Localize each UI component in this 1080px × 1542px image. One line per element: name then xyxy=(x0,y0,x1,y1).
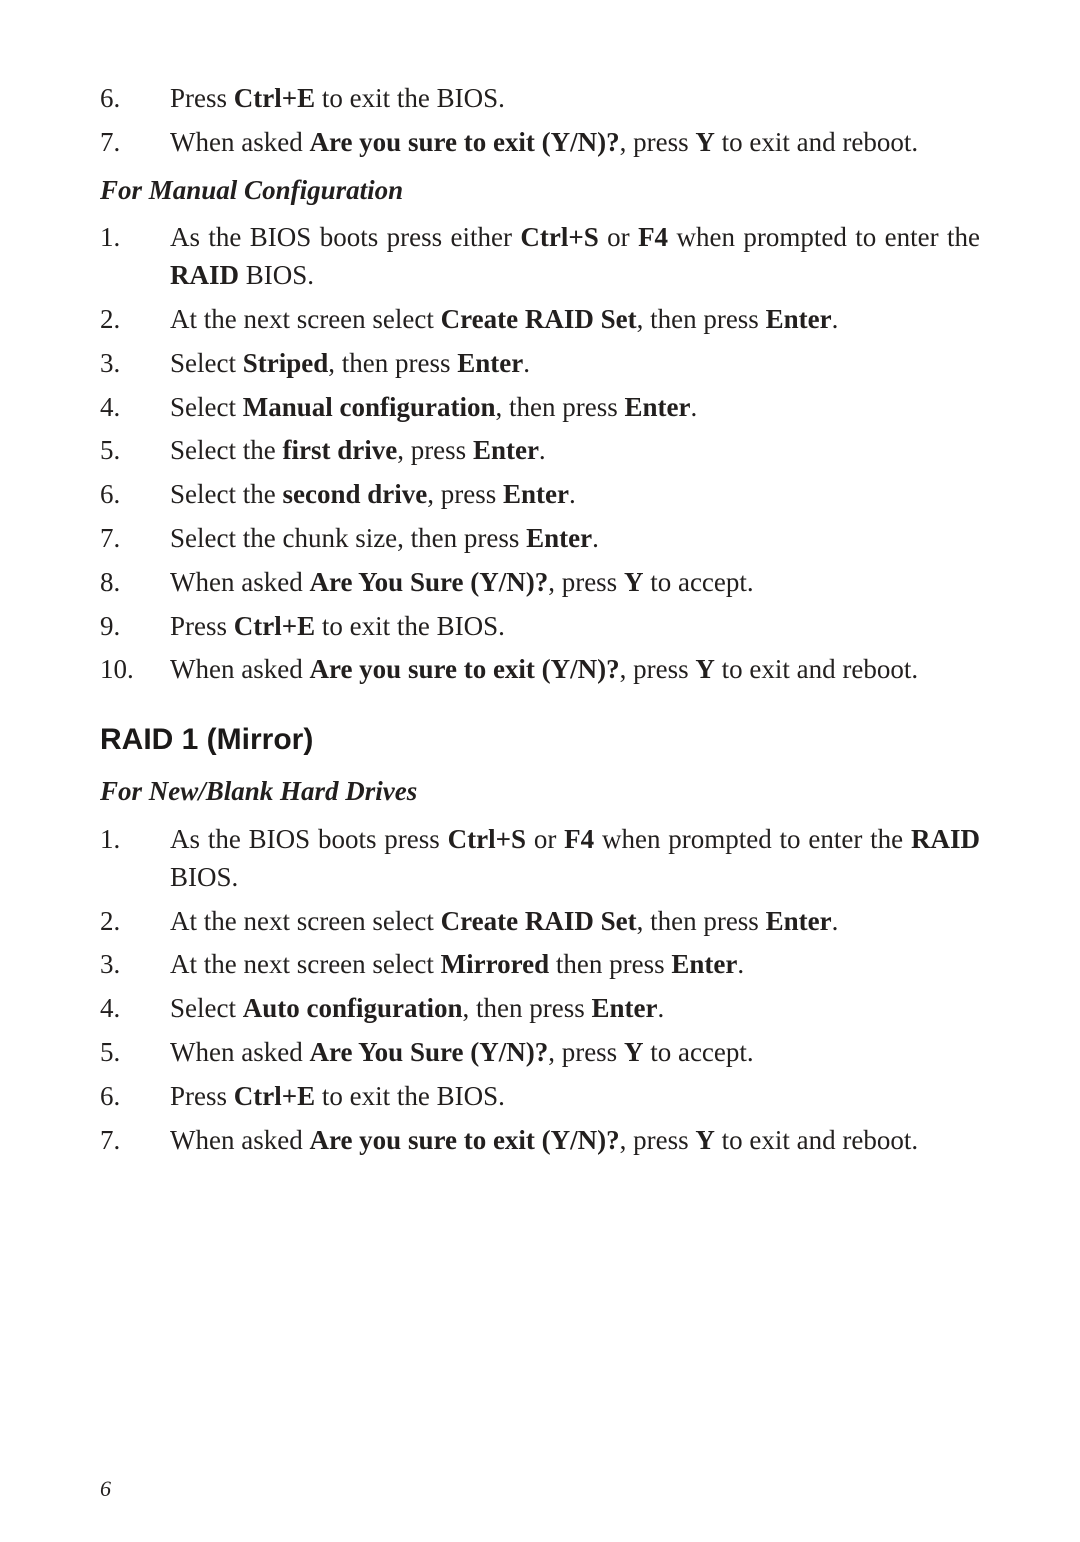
list-text: As the BIOS boots press either Ctrl+S or… xyxy=(170,219,980,295)
list-item: 8.When asked Are You Sure (Y/N)?, press … xyxy=(100,564,980,602)
raid1-list: 1.As the BIOS boots press Ctrl+S or F4 w… xyxy=(100,821,980,1159)
list-number: 9. xyxy=(100,608,170,646)
list-number: 6. xyxy=(100,1078,170,1116)
list-number: 1. xyxy=(100,219,170,295)
list-item: 6.Press Ctrl+E to exit the BIOS. xyxy=(100,1078,980,1116)
list-number: 5. xyxy=(100,1034,170,1072)
list-text: At the next screen select Create RAID Se… xyxy=(170,301,980,339)
list-item: 1.As the BIOS boots press Ctrl+S or F4 w… xyxy=(100,821,980,897)
list-text: At the next screen select Create RAID Se… xyxy=(170,903,980,941)
list-number: 7. xyxy=(100,1122,170,1160)
list-item: 2.At the next screen select Create RAID … xyxy=(100,301,980,339)
list-text: Press Ctrl+E to exit the BIOS. xyxy=(170,608,980,646)
list-item: 3.At the next screen select Mirrored the… xyxy=(100,946,980,984)
list-number: 3. xyxy=(100,946,170,984)
list-text: Select Striped, then press Enter. xyxy=(170,345,980,383)
list-item: 4.Select Manual configuration, then pres… xyxy=(100,389,980,427)
list-number: 1. xyxy=(100,821,170,897)
list-text: When asked Are you sure to exit (Y/N)?, … xyxy=(170,1122,980,1160)
list-text: Select the first drive, press Enter. xyxy=(170,432,980,470)
list-text: As the BIOS boots press Ctrl+S or F4 whe… xyxy=(170,821,980,897)
list-number: 2. xyxy=(100,301,170,339)
list-number: 4. xyxy=(100,389,170,427)
list-item: 6.Press Ctrl+E to exit the BIOS. xyxy=(100,80,980,118)
list-item: 7.When asked Are you sure to exit (Y/N)?… xyxy=(100,1122,980,1160)
raid1-subheading: For New/Blank Hard Drives xyxy=(100,773,980,811)
list-number: 8. xyxy=(100,564,170,602)
raid1-section-heading: RAID 1 (Mirror) xyxy=(100,719,980,761)
list-text: Select the chunk size, then press Enter. xyxy=(170,520,980,558)
list-text: Select Manual configuration, then press … xyxy=(170,389,980,427)
list-text: Press Ctrl+E to exit the BIOS. xyxy=(170,80,980,118)
list-item: 7.Select the chunk size, then press Ente… xyxy=(100,520,980,558)
list-text: Select the second drive, press Enter. xyxy=(170,476,980,514)
list-text: When asked Are You Sure (Y/N)?, press Y … xyxy=(170,564,980,602)
list-number: 4. xyxy=(100,990,170,1028)
list-item: 4.Select Auto configuration, then press … xyxy=(100,990,980,1028)
list-number: 2. xyxy=(100,903,170,941)
list-text: Press Ctrl+E to exit the BIOS. xyxy=(170,1078,980,1116)
list-number: 3. xyxy=(100,345,170,383)
page-number: 6 xyxy=(100,1476,111,1502)
list-number: 10. xyxy=(100,651,170,689)
list-text: When asked Are you sure to exit (Y/N)?, … xyxy=(170,651,980,689)
list-item: 2.At the next screen select Create RAID … xyxy=(100,903,980,941)
top-continued-list: 6.Press Ctrl+E to exit the BIOS.7.When a… xyxy=(100,80,980,162)
list-number: 5. xyxy=(100,432,170,470)
list-item: 5.When asked Are You Sure (Y/N)?, press … xyxy=(100,1034,980,1072)
page-content: 6.Press Ctrl+E to exit the BIOS.7.When a… xyxy=(100,80,980,1159)
list-item: 3.Select Striped, then press Enter. xyxy=(100,345,980,383)
list-number: 6. xyxy=(100,476,170,514)
list-item: 10.When asked Are you sure to exit (Y/N)… xyxy=(100,651,980,689)
list-text: When asked Are You Sure (Y/N)?, press Y … xyxy=(170,1034,980,1072)
list-number: 7. xyxy=(100,124,170,162)
list-number: 6. xyxy=(100,80,170,118)
list-text: At the next screen select Mirrored then … xyxy=(170,946,980,984)
list-number: 7. xyxy=(100,520,170,558)
manual-config-heading: For Manual Configuration xyxy=(100,172,980,210)
list-text: When asked Are you sure to exit (Y/N)?, … xyxy=(170,124,980,162)
list-item: 1.As the BIOS boots press either Ctrl+S … xyxy=(100,219,980,295)
list-item: 7.When asked Are you sure to exit (Y/N)?… xyxy=(100,124,980,162)
manual-config-list: 1.As the BIOS boots press either Ctrl+S … xyxy=(100,219,980,689)
list-item: 6.Select the second drive, press Enter. xyxy=(100,476,980,514)
list-item: 9.Press Ctrl+E to exit the BIOS. xyxy=(100,608,980,646)
list-text: Select Auto configuration, then press En… xyxy=(170,990,980,1028)
list-item: 5.Select the first drive, press Enter. xyxy=(100,432,980,470)
